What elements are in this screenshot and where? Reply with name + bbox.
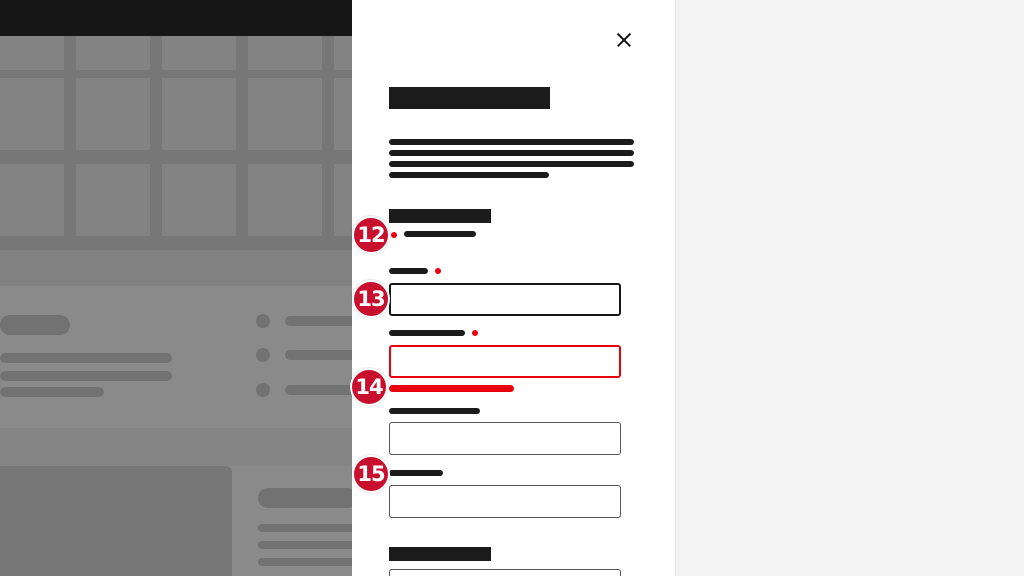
text-input-field-1[interactable] <box>389 283 621 316</box>
text-input-field-2[interactable] <box>389 345 621 378</box>
close-icon[interactable] <box>614 30 634 50</box>
description-line-placeholder <box>389 172 549 178</box>
annotation-badge-13: 13 <box>352 280 390 318</box>
annotation-badge-14: 14 <box>350 368 388 406</box>
field-label-placeholder <box>389 408 480 414</box>
text-input-field-3[interactable] <box>389 422 621 455</box>
text-input-field-5[interactable] <box>389 569 621 576</box>
description-line-placeholder <box>389 150 634 156</box>
modal-overlay[interactable] <box>0 36 352 576</box>
section-heading-placeholder <box>389 547 491 561</box>
text-input-field-4[interactable] <box>389 485 621 518</box>
section-heading-placeholder <box>389 209 491 223</box>
required-indicator <box>435 268 441 274</box>
required-indicator <box>472 330 478 336</box>
description-line-placeholder <box>389 139 634 145</box>
required-note-placeholder <box>404 231 476 237</box>
side-panel <box>352 0 676 576</box>
annotation-badge-15: 15 <box>352 455 390 493</box>
description-line-placeholder <box>389 161 634 167</box>
field-label-placeholder <box>389 330 465 336</box>
field-label-placeholder <box>389 268 428 274</box>
background-top-bar <box>0 0 352 36</box>
annotation-badge-12: 12 <box>352 216 390 254</box>
field-label-placeholder <box>389 470 443 476</box>
error-message-placeholder <box>389 385 514 392</box>
panel-title-placeholder <box>389 87 550 109</box>
required-indicator <box>391 232 397 238</box>
